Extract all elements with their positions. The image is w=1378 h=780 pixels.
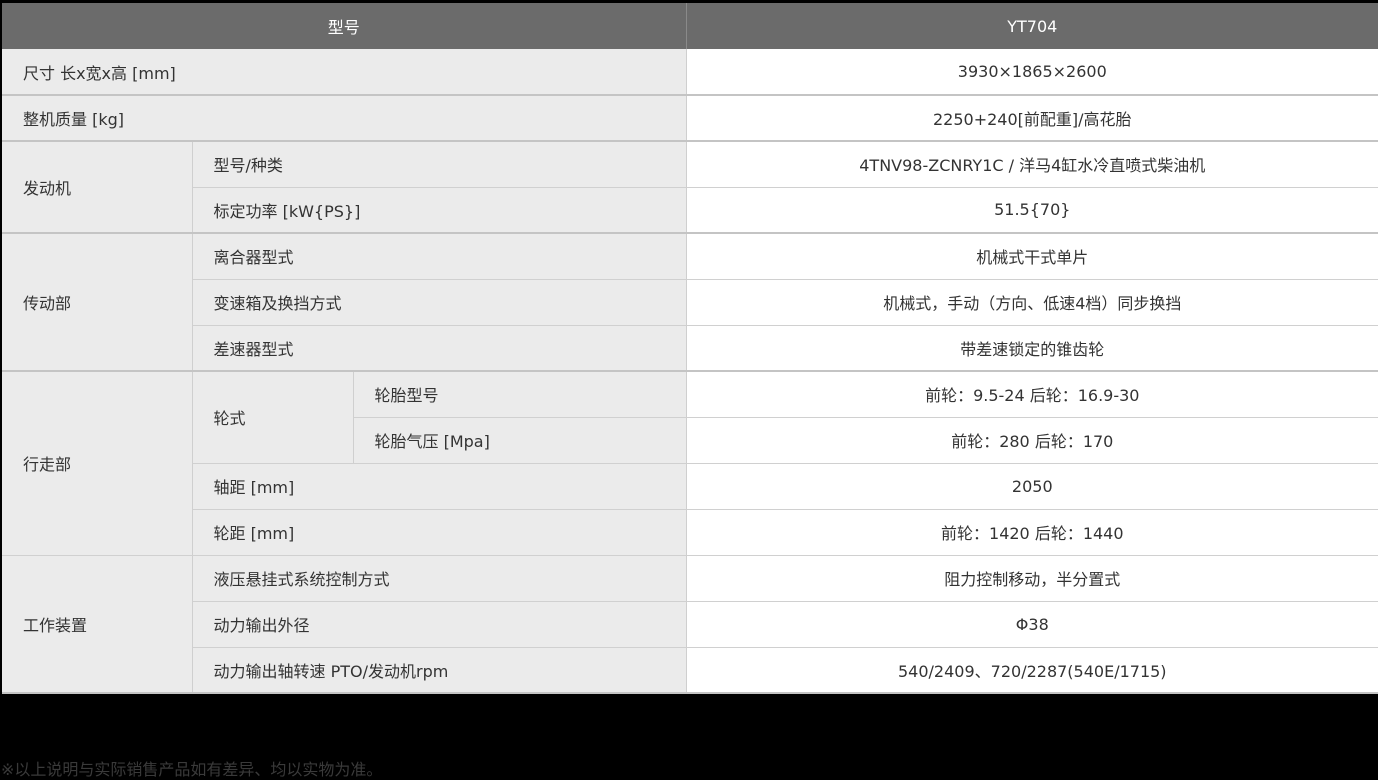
row-label: 差速器型式: [192, 325, 687, 372]
table-row-pto-diameter: 动力输出外径 Φ38: [2, 601, 1378, 648]
row-value: 540/2409、720/2287(540E/1715): [686, 647, 1378, 694]
table-row-size: 尺寸 长x宽x高 [mm] 3930×1865×2600: [2, 49, 1378, 96]
group-label-drivetrain: 传动部: [2, 233, 193, 372]
group-label-running: 行走部: [2, 371, 193, 556]
header-model-value: YT704: [686, 3, 1378, 49]
row-value: 2050: [686, 463, 1378, 510]
row-value: 2250+240[前配重]/高花胎: [686, 95, 1378, 142]
row-label: 离合器型式: [192, 233, 687, 280]
spec-table: 型号 YT704 尺寸 长x宽x高 [mm] 3930×1865×2600 整机…: [2, 3, 1378, 694]
table-row-gearbox: 变速箱及换挡方式 机械式，手动（方向、低速4档）同步换挡: [2, 279, 1378, 326]
table-row-hydraulic: 工作装置 液压悬挂式系统控制方式 阻力控制移动，半分置式: [2, 555, 1378, 694]
row-value: 前轮：9.5-24 后轮：16.9-30: [686, 371, 1378, 418]
row-label: 轴距 [mm]: [192, 463, 687, 510]
row-label: 轮胎型号: [353, 371, 687, 418]
row-value: Φ38: [686, 601, 1378, 648]
row-label: 变速箱及换挡方式: [192, 279, 687, 326]
group-label-work: 工作装置: [2, 555, 193, 694]
row-label: 液压悬挂式系统控制方式: [192, 555, 687, 602]
row-value: 51.5{70}: [686, 187, 1378, 234]
row-label: 轮距 [mm]: [192, 509, 687, 556]
group-label-engine: 发动机: [2, 141, 193, 234]
row-value: 前轮：1420 后轮：1440: [686, 509, 1378, 556]
disclaimer-footnote: ※以上说明与实际销售产品如有差异、均以实物为准。: [1, 760, 383, 779]
table-row-tread: 轮距 [mm] 前轮：1420 后轮：1440: [2, 509, 1378, 556]
table-row-engine-type: 发动机 型号/种类 4TNV98-ZCNRY1C / 洋马4缸水冷直喷式柴油机: [2, 141, 1378, 234]
row-value: 机械式，手动（方向、低速4档）同步换挡: [686, 279, 1378, 326]
row-label: 动力输出外径: [192, 601, 687, 648]
table-row-mass: 整机质量 [kg] 2250+240[前配重]/高花胎: [2, 95, 1378, 142]
row-label: 标定功率 [kW{PS}]: [192, 187, 687, 234]
row-label: 型号/种类: [192, 141, 687, 188]
table-row-pto-speed: 动力输出轴转速 PTO/发动机rpm 540/2409、720/2287(540…: [2, 647, 1378, 694]
row-label: 轮胎气压 [Mpa]: [353, 417, 687, 464]
row-value: 机械式干式单片: [686, 233, 1378, 280]
row-value: 带差速锁定的锥齿轮: [686, 325, 1378, 372]
row-value: 4TNV98-ZCNRY1C / 洋马4缸水冷直喷式柴油机: [686, 141, 1378, 188]
table-row-engine-power: 标定功率 [kW{PS}] 51.5{70}: [2, 187, 1378, 234]
header-model-label: 型号: [2, 3, 687, 49]
row-label: 动力输出轴转速 PTO/发动机rpm: [192, 647, 687, 694]
row-value: 阻力控制移动，半分置式: [686, 555, 1378, 602]
row-label: 整机质量 [kg]: [2, 95, 687, 142]
row-value: 3930×1865×2600: [686, 49, 1378, 96]
table-row-differential: 差速器型式 带差速锁定的锥齿轮: [2, 325, 1378, 372]
table-header-row: 型号 YT704: [2, 3, 1378, 49]
table-row-tire-model: 行走部 轮式 轮胎型号 前轮：9.5-24 后轮：16.9-30: [2, 371, 1378, 556]
table-row-wheelbase: 轴距 [mm] 2050: [2, 463, 1378, 510]
row-label: 尺寸 长x宽x高 [mm]: [2, 49, 687, 96]
table-row-clutch: 传动部 离合器型式 机械式干式单片: [2, 233, 1378, 372]
row-value: 前轮：280 后轮：170: [686, 417, 1378, 464]
subgroup-label-wheel-type: 轮式: [192, 371, 354, 464]
